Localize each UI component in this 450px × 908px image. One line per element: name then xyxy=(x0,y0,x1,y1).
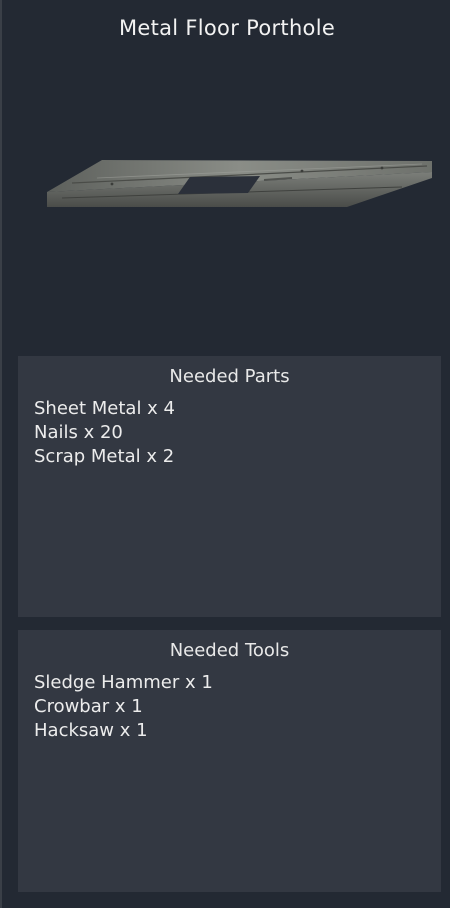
item-title: Metal Floor Porthole xyxy=(118,16,336,40)
list-item: Scrap Metal x 2 xyxy=(34,446,175,467)
needed-tools-list: Sledge Hammer x 1 Crowbar x 1 Hacksaw x … xyxy=(18,671,441,743)
list-item: Sheet Metal x 4 xyxy=(34,398,176,419)
list-item: Hacksaw x 1 xyxy=(34,720,148,741)
needed-parts-heading: Needed Parts xyxy=(169,366,290,387)
list-item: Nails x 20 xyxy=(34,422,123,443)
needed-tools-section: Needed Tools Sledge Hammer x 1 Crowbar x… xyxy=(18,630,441,892)
needed-parts-list: Sheet Metal x 4 Nails x 20 Scrap Metal x… xyxy=(18,397,441,469)
crafting-panel: Metal Floor Porthole Needed Parts Sheet … xyxy=(0,0,450,908)
needed-parts-section: Needed Parts Sheet Metal x 4 Nails x 20 … xyxy=(18,356,441,617)
list-item: Sledge Hammer x 1 xyxy=(34,672,213,693)
list-item: Crowbar x 1 xyxy=(34,696,143,717)
needed-tools-heading: Needed Tools xyxy=(169,640,290,661)
metal-floor-porthole-model-icon xyxy=(47,160,432,207)
